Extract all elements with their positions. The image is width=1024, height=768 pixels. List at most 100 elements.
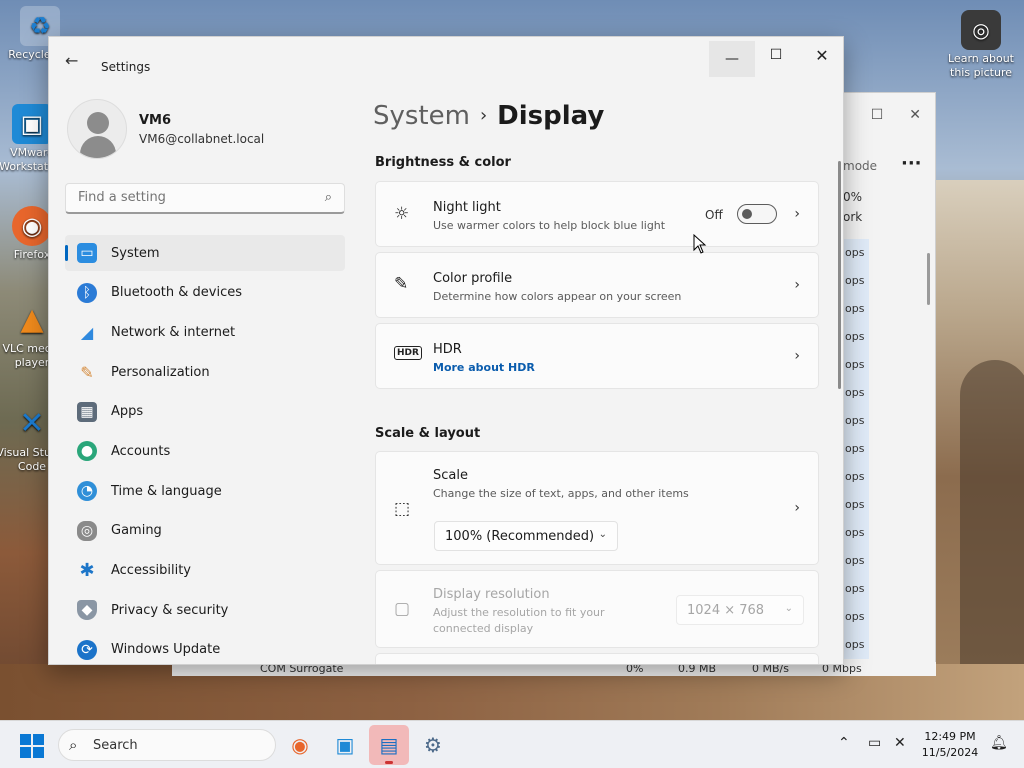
card-hdr[interactable]: HDR HDR More about HDR › <box>375 323 819 389</box>
night-light-toggle[interactable] <box>737 204 777 224</box>
chevron-right-icon: › <box>794 277 800 293</box>
shield-icon: ◆ <box>77 600 97 621</box>
sidebar-item-time-language[interactable]: ◔ Time & language <box>65 473 345 509</box>
card-title: Display resolution <box>433 587 550 602</box>
chevron-right-icon: › <box>794 500 800 516</box>
avatar <box>67 99 127 159</box>
user-profile[interactable]: VM6 VM6@collabnet.local <box>67 99 367 163</box>
sidebar-item-privacy[interactable]: ◆ Privacy & security <box>65 592 345 628</box>
content-scrollbar[interactable] <box>838 161 841 389</box>
avatar-head <box>87 112 109 134</box>
sidebar-item-label: Gaming <box>111 523 162 539</box>
taskbar-task-manager-icon[interactable]: ▤ <box>369 725 409 765</box>
card-subtitle: Change the size of text, apps, and other… <box>433 487 689 500</box>
table-row: ops <box>843 603 869 631</box>
table-row: ops <box>843 351 869 379</box>
pen-icon: ✎ <box>394 274 409 294</box>
notification-bell-icon[interactable]: 🔔︎ <box>990 735 1008 751</box>
taskbar-clock[interactable]: 12:49 PM 11/5/2024 <box>916 729 984 761</box>
chevron-right-icon: › <box>794 206 800 222</box>
sidebar-item-gaming[interactable]: ◎ Gaming <box>65 513 345 549</box>
sidebar-item-system[interactable]: ▭ System <box>65 235 345 271</box>
night-light-state: Off <box>705 208 723 222</box>
resolution-dropdown-value: 1024 × 768 <box>687 603 765 618</box>
accessibility-icon: ✱ <box>79 560 95 581</box>
search-icon: ⌕ <box>69 736 78 754</box>
card-color-profile[interactable]: ✎ Color profile Determine how colors app… <box>375 252 819 318</box>
taskbar-search[interactable]: ⌕ Search <box>58 729 276 761</box>
sidebar-item-personalization[interactable]: ✎ Personalization <box>65 354 345 390</box>
taskbar-settings-icon[interactable]: ⚙ <box>413 725 453 765</box>
scale-dropdown[interactable]: 100% (Recommended) ⌄ <box>434 521 618 551</box>
sidebar-item-accounts[interactable]: ● Accounts <box>65 433 345 469</box>
gamepad-icon: ◎ <box>77 520 97 541</box>
settings-search[interactable]: ⌕ <box>65 183 345 214</box>
background-window-scrollbar[interactable] <box>927 253 930 305</box>
sidebar-item-label: Apps <box>111 404 144 420</box>
close-button[interactable]: ✕ <box>799 37 843 73</box>
sidebar-item-network[interactable]: ◢ Network & internet <box>65 314 345 350</box>
maximize-button[interactable]: ☐ <box>753 37 799 73</box>
volume-muted-icon[interactable]: ✕ <box>894 735 906 751</box>
chevron-right-icon: › <box>794 348 800 364</box>
toggle-knob <box>742 209 752 219</box>
resolution-icon: ▢ <box>394 599 411 619</box>
minimize-button[interactable]: — <box>709 41 755 77</box>
table-row: ops <box>843 575 869 603</box>
search-input[interactable] <box>78 190 308 205</box>
sidebar-item-label: Network & internet <box>111 324 236 340</box>
resize-icon: ⬚ <box>394 499 411 519</box>
card-subtitle: Use warmer colors to help block blue lig… <box>433 219 666 232</box>
windows-start-icon[interactable] <box>20 734 44 758</box>
desktop-icon-learn-about-picture[interactable]: ◎ Learn about this picture <box>938 10 1024 80</box>
sidebar-item-bluetooth[interactable]: ᛒ Bluetooth & devices <box>65 275 345 311</box>
avatar-body <box>80 136 116 158</box>
card-subtitle: Determine how colors appear on your scre… <box>433 290 682 303</box>
camera-icon: ◎ <box>961 10 1001 50</box>
taskbar-firefox-icon[interactable]: ◉ <box>280 725 320 765</box>
bluetooth-icon: ᛒ <box>77 282 97 303</box>
section-scale-layout: Scale & layout <box>375 426 481 441</box>
more-options-icon[interactable]: ··· <box>901 153 922 174</box>
background-window-mode: mode <box>843 159 878 173</box>
table-row: ops <box>843 239 869 267</box>
sidebar-item-label: Time & language <box>111 483 222 499</box>
chevron-down-icon: ⌄ <box>598 529 607 540</box>
active-indicator <box>385 761 393 764</box>
search-icon[interactable]: ⌕ <box>325 190 332 205</box>
table-row: ops <box>843 519 869 547</box>
card-scale[interactable]: ⬚ Scale Change the size of text, apps, a… <box>375 451 819 565</box>
sidebar-item-label: Privacy & security <box>111 602 229 618</box>
sync-icon: ⟳ <box>77 639 97 660</box>
sidebar-item-windows-update[interactable]: ⟳ Windows Update <box>65 632 345 664</box>
arrow-left-icon[interactable]: ← <box>65 51 78 70</box>
card-display-resolution: ▢ Display resolution Adjust the resoluti… <box>375 570 819 648</box>
background-window-rows: ops ops ops ops ops ops ops ops ops ops … <box>843 239 869 659</box>
profile-name: VM6 <box>139 113 172 128</box>
monitor-icon: ▭ <box>77 243 97 263</box>
more-about-hdr-link[interactable]: More about HDR <box>433 361 535 374</box>
taskbar-vmware-icon[interactable]: ▣ <box>325 725 365 765</box>
close-icon[interactable]: ✕ <box>909 107 921 123</box>
table-row: ops <box>843 463 869 491</box>
sidebar-item-apps[interactable]: ▦ Apps <box>65 394 345 430</box>
card-next[interactable] <box>375 653 819 664</box>
table-row: ops <box>843 435 869 463</box>
card-title: HDR <box>433 342 462 357</box>
card-night-light[interactable]: ☼ Night light Use warmer colors to help … <box>375 181 819 247</box>
settings-window[interactable]: ← Settings — ☐ ✕ VM6 VM6@collabnet.local… <box>48 36 844 665</box>
network-icon[interactable]: ▭ <box>868 735 881 751</box>
mouse-cursor-icon <box>693 234 707 254</box>
breadcrumb: System › Display <box>373 101 604 131</box>
page-title: Display <box>497 101 605 131</box>
card-subtitle: Adjust the resolution to fit your connec… <box>433 606 605 635</box>
breadcrumb-parent[interactable]: System <box>373 101 470 131</box>
maximize-icon[interactable]: ☐ <box>871 107 884 123</box>
chevron-up-icon[interactable]: ⌃ <box>838 735 850 751</box>
table-row: ops <box>843 267 869 295</box>
table-row: ops <box>843 631 869 659</box>
window-title: Settings <box>101 60 151 74</box>
sidebar-item-accessibility[interactable]: ✱ Accessibility <box>65 553 345 589</box>
table-row: ops <box>843 407 869 435</box>
table-row: ops <box>843 491 869 519</box>
